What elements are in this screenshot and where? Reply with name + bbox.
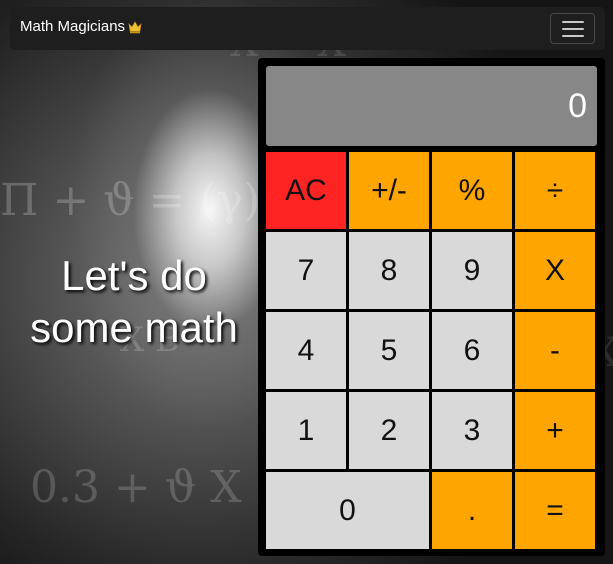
subtract-button[interactable]: - — [515, 312, 595, 389]
calculator: 0 AC +/-% ÷ 7 8 9 X 4 5 6- 1 2 3 +0. = — [258, 58, 605, 556]
brand-link[interactable]: Math Magicians — [20, 18, 142, 35]
digit-8-button[interactable]: 8 — [349, 232, 429, 309]
brand-title: Math Magicians — [20, 18, 126, 35]
hamburger-menu-icon — [561, 34, 584, 37]
all-clear-button[interactable]: AC — [266, 152, 346, 229]
navbar: Math Magicians — [10, 7, 605, 50]
equals-button[interactable]: = — [515, 472, 595, 549]
digit-4-button[interactable]: 4 — [266, 312, 346, 389]
hero-line-1: Let's do — [61, 252, 207, 299]
digit-3-button[interactable]: 3 — [432, 392, 512, 469]
digit-6-button[interactable]: 6 — [432, 312, 512, 389]
digit-2-button[interactable]: 2 — [349, 392, 429, 469]
add-button[interactable]: + — [515, 392, 595, 469]
negate-button[interactable]: +/- — [349, 152, 429, 229]
menu-toggle-button[interactable] — [550, 13, 595, 44]
multiply-button[interactable]: X — [515, 232, 595, 309]
crown-icon — [128, 20, 142, 33]
percent-button[interactable]: % — [432, 152, 512, 229]
digit-1-button[interactable]: 1 — [266, 392, 346, 469]
hamburger-menu-icon — [561, 20, 584, 23]
calculator-display: 0 — [266, 66, 597, 146]
hamburger-menu-icon — [561, 27, 584, 30]
digit-7-button[interactable]: 7 — [266, 232, 346, 309]
decimal-button[interactable]: . — [432, 472, 512, 549]
divide-button[interactable]: ÷ — [515, 152, 595, 229]
digit-0-button[interactable]: 0 — [266, 472, 429, 549]
hero-heading: Let's do some math — [0, 250, 268, 354]
digit-9-button[interactable]: 9 — [432, 232, 512, 309]
hero-line-2: some math — [30, 304, 238, 351]
background-formula: 0.3 + ϑ X — [30, 462, 242, 513]
digit-5-button[interactable]: 5 — [349, 312, 429, 389]
calculator-keypad: AC +/-% ÷ 7 8 9 X 4 5 6- 1 2 3 +0. = — [266, 152, 597, 550]
background-formula: Π + ϑ = (γ) — [0, 175, 261, 226]
